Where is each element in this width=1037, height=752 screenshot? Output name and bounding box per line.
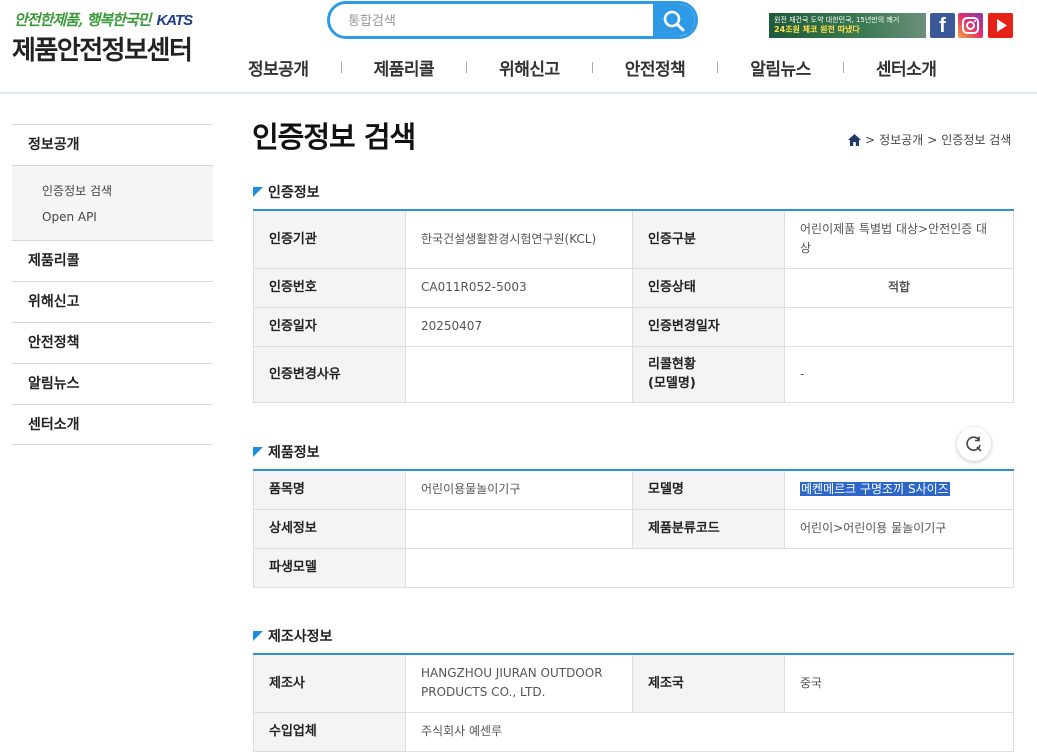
- table-row: 인증번호 CA011R052-5003 인증상태 적합: [253, 267, 1014, 308]
- field-value: HANGZHOU JIURAN OUTDOOR PRODUCTS CO., LTD…: [405, 653, 633, 713]
- sidebar-item-safety-policy[interactable]: 안전정책: [12, 322, 213, 363]
- youtube-icon[interactable]: [988, 13, 1013, 38]
- table-row: 인증일자 20250407 인증변경일자: [253, 306, 1014, 347]
- field-value: CA011R052-5003: [405, 267, 633, 308]
- field-value: 어린이>어린이용 물놀이기구: [784, 508, 1014, 549]
- field-value: 메켄메르크 구명조끼 S사이즈: [784, 469, 1014, 510]
- section-title-cert: 인증정보: [253, 182, 320, 202]
- promo-banner[interactable]: 원전 재건국 도약 대한민국, 15년만의 쾌거 24조원 체코 원전 따냈다: [769, 13, 926, 38]
- field-value: -: [784, 345, 1014, 403]
- section-title-maker: 제조사정보: [253, 626, 332, 646]
- field-value: 주식회사 예센루: [405, 711, 1014, 752]
- nav-news[interactable]: 알림뉴스: [750, 55, 811, 80]
- breadcrumb-separator: >: [927, 132, 938, 147]
- nav-divider: [591, 61, 593, 73]
- field-label: 인증일자: [253, 306, 406, 347]
- field-label: 인증기관: [253, 209, 406, 269]
- nav-divider: [842, 61, 844, 73]
- selected-model-name[interactable]: 메켄메르크 구명조끼 S사이즈: [800, 482, 950, 497]
- field-label: 인증변경일자: [632, 306, 785, 347]
- sidebar-item-info-disclosure[interactable]: 정보공개: [12, 124, 213, 165]
- search-input[interactable]: [348, 9, 648, 33]
- field-label: 제조국: [632, 653, 785, 713]
- breadcrumb-separator: >: [865, 132, 876, 147]
- breadcrumb: > 정보공개 > 인증정보 검색: [848, 131, 1011, 148]
- product-info-table: 품목명 어린이용물놀이기구 모델명 메켄메르크 구명조끼 S사이즈 상세정보 제…: [253, 469, 1014, 588]
- section-title-product: 제품정보: [253, 442, 320, 462]
- katts-logo: KATS: [156, 12, 193, 29]
- sidebar-subitem-cert-search[interactable]: 인증정보 검색: [42, 178, 213, 204]
- refresh-button[interactable]: [957, 427, 991, 461]
- logo-slogan: 안전한제품, 행복한국민: [14, 11, 151, 29]
- sidebar-item-center-intro[interactable]: 센터소개: [12, 404, 213, 445]
- nav-hazard-report[interactable]: 위해신고: [499, 55, 560, 80]
- field-value: [405, 547, 1014, 588]
- home-icon[interactable]: [848, 133, 861, 146]
- table-row: 파생모델: [253, 547, 1014, 588]
- nav-info-disclosure[interactable]: 정보공개: [248, 55, 309, 80]
- table-row: 상세정보 제품분류코드 어린이>어린이용 물놀이기구: [253, 508, 1014, 549]
- field-value: 어린이용물놀이기구: [405, 469, 633, 510]
- field-value: 20250407: [405, 306, 633, 347]
- sidebar-item-recall[interactable]: 제품리콜: [12, 240, 213, 281]
- field-label: 품목명: [253, 469, 406, 510]
- field-label: 인증구분: [632, 209, 785, 269]
- search-box: [327, 1, 698, 39]
- field-value: 어린이제품 특별법 대상>안전인증 대상: [784, 209, 1014, 269]
- breadcrumb-item-current: 인증정보 검색: [941, 133, 1012, 147]
- field-value: 한국건설생활환경시험연구원(KCL): [405, 209, 633, 269]
- search-button[interactable]: [653, 4, 695, 36]
- site-title[interactable]: 제품안전정보센터: [12, 30, 193, 67]
- instagram-icon[interactable]: [958, 13, 983, 38]
- field-label: 모델명: [632, 469, 785, 510]
- sidebar-submenu: 인증정보 검색 Open API: [12, 165, 213, 240]
- field-label: 파생모델: [253, 547, 406, 588]
- field-value: [405, 508, 633, 549]
- breadcrumb-item[interactable]: 정보공개: [879, 131, 923, 148]
- field-label: 수입업체: [253, 711, 406, 752]
- table-row: 품목명 어린이용물놀이기구 모델명 메켄메르크 구명조끼 S사이즈: [253, 469, 1014, 510]
- field-label: 제품분류코드: [632, 508, 785, 549]
- refresh-search-icon: [966, 436, 982, 452]
- field-label: 상세정보: [253, 508, 406, 549]
- sidebar-item-news[interactable]: 알림뉴스: [12, 363, 213, 404]
- field-value: 중국: [784, 653, 1014, 713]
- site-logo[interactable]: 안전한제품, 행복한국민 KATS: [14, 9, 193, 30]
- nav-center-intro[interactable]: 센터소개: [876, 55, 937, 80]
- section-marker-icon: [253, 187, 263, 197]
- nav-product-recall[interactable]: 제품리콜: [374, 55, 435, 80]
- table-row: 수입업체 주식회사 예센루: [253, 711, 1014, 752]
- nav-divider: [340, 61, 342, 73]
- page-title: 인증정보 검색: [252, 120, 416, 154]
- field-label: 인증변경사유: [253, 345, 406, 403]
- table-row: 제조사 HANGZHOU JIURAN OUTDOOR PRODUCTS CO.,…: [253, 653, 1014, 713]
- sidebar: 정보공개 인증정보 검색 Open API 제품리콜 위해신고 안전정책 알림뉴…: [12, 124, 213, 445]
- nav-safety-policy[interactable]: 안전정책: [625, 55, 686, 80]
- maker-info-table: 제조사 HANGZHOU JIURAN OUTDOOR PRODUCTS CO.,…: [253, 653, 1014, 752]
- facebook-icon[interactable]: f: [930, 13, 955, 38]
- field-value: [405, 345, 633, 403]
- field-label: 리콜현황 (모델명): [632, 345, 785, 403]
- table-row: 인증변경사유 리콜현황 (모델명) -: [253, 345, 1014, 403]
- search-icon: [663, 10, 685, 32]
- section-marker-icon: [253, 447, 263, 457]
- status-badge: 적합: [784, 267, 1014, 308]
- field-label: 제조사: [253, 653, 406, 713]
- field-label: 인증상태: [632, 267, 785, 308]
- field-label: 인증번호: [253, 267, 406, 308]
- main-nav: 정보공개 제품리콜 위해신고 안전정책 알림뉴스 센터소개: [248, 54, 937, 80]
- nav-divider: [466, 61, 468, 73]
- site-header: 안전한제품, 행복한국민 KATS 제품안전정보센터 원전 재건국 도약 대한민국…: [0, 0, 1037, 94]
- sidebar-subitem-open-api[interactable]: Open API: [42, 204, 213, 230]
- field-value: [784, 306, 1014, 347]
- sidebar-item-hazard-report[interactable]: 위해신고: [12, 281, 213, 322]
- nav-divider: [717, 61, 719, 73]
- cert-info-table: 인증기관 한국건설생활환경시험연구원(KCL) 인증구분 어린이제품 특별법 대…: [253, 209, 1014, 403]
- section-marker-icon: [253, 631, 263, 641]
- table-row: 인증기관 한국건설생활환경시험연구원(KCL) 인증구분 어린이제품 특별법 대…: [253, 209, 1014, 269]
